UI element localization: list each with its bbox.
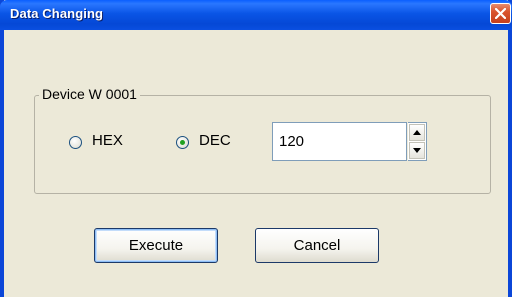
value-input[interactable] bbox=[273, 123, 403, 160]
triangle-down-icon bbox=[413, 148, 421, 153]
window-title: Data Changing bbox=[10, 6, 104, 21]
dec-radio-label[interactable]: DEC bbox=[199, 132, 231, 149]
radio-selected-dot bbox=[180, 140, 185, 145]
close-button[interactable] bbox=[490, 3, 511, 24]
dec-radio[interactable] bbox=[176, 136, 189, 149]
execute-button[interactable]: Execute bbox=[94, 228, 218, 263]
hex-radio-label[interactable]: HEX bbox=[92, 132, 123, 149]
value-field[interactable] bbox=[272, 122, 407, 161]
value-spinner bbox=[408, 122, 427, 161]
spin-down-button[interactable] bbox=[409, 142, 425, 159]
close-icon bbox=[495, 8, 506, 19]
triangle-up-icon bbox=[413, 130, 421, 135]
spin-up-button[interactable] bbox=[409, 124, 425, 141]
device-group-label: Device W 0001 bbox=[39, 86, 140, 102]
title-bar[interactable]: Data Changing bbox=[0, 0, 512, 30]
hex-radio[interactable] bbox=[69, 136, 82, 149]
cancel-button[interactable]: Cancel bbox=[255, 228, 379, 263]
